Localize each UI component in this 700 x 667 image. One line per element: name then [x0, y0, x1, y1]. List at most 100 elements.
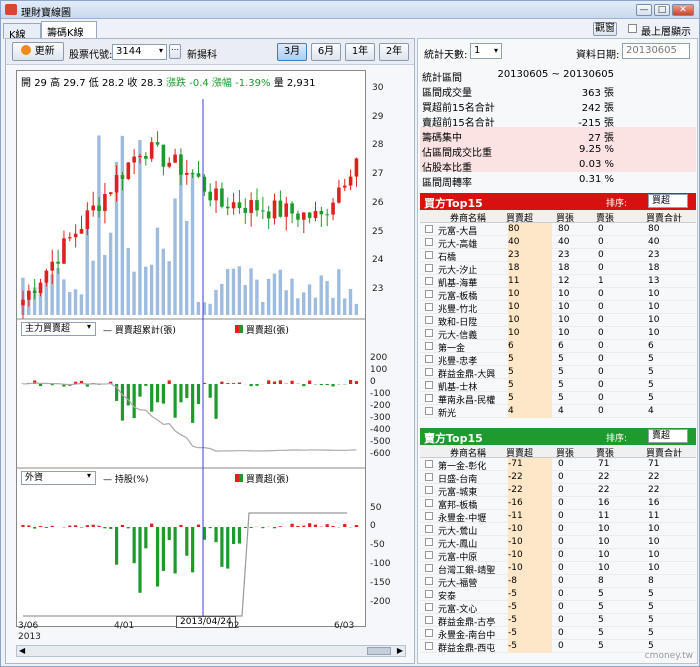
- dropdown-arrow-icon[interactable]: ▾: [87, 322, 91, 331]
- table-row[interactable]: 元大-鶯山 -10 0 10 10: [420, 523, 696, 537]
- table-row[interactable]: 新光 4 4 0 4: [420, 405, 696, 419]
- table-row[interactable]: 致和-日陞 10 10 0 10: [420, 314, 696, 328]
- table-row[interactable]: 元富-中原 -10 0 10 10: [420, 549, 696, 563]
- table-row[interactable]: 兆豐-忠孝 5 5 0 5: [420, 353, 696, 367]
- table-row[interactable]: 元富-板橋 10 10 0 10: [420, 288, 696, 302]
- row-checkbox[interactable]: [425, 603, 433, 611]
- row-checkbox[interactable]: [425, 512, 433, 520]
- row-checkbox[interactable]: [425, 290, 433, 298]
- row-checkbox[interactable]: [425, 225, 433, 233]
- table-row[interactable]: 元大-鳳山 -10 0 10 10: [420, 536, 696, 550]
- row-value: 5: [598, 641, 604, 651]
- layout-button[interactable]: 觀窗: [593, 22, 617, 36]
- row-checkbox[interactable]: [425, 538, 433, 546]
- maximize-button[interactable]: □: [654, 4, 670, 16]
- row-checkbox[interactable]: [425, 499, 433, 507]
- row-checkbox[interactable]: [425, 264, 433, 272]
- stock-picker-button[interactable]: ⋯: [169, 44, 181, 59]
- volume-bar: [225, 269, 230, 315]
- netbuy-bar: [249, 384, 253, 387]
- row-checkbox[interactable]: [425, 525, 433, 533]
- table-row[interactable]: 兆豐-竹北 10 10 0 10: [420, 301, 696, 315]
- row-value: -5: [508, 602, 517, 612]
- row-checkbox[interactable]: [425, 473, 433, 481]
- row-checkbox[interactable]: [425, 381, 433, 389]
- table-row[interactable]: 台灣工銀-靖聖 -10 0 10 10: [420, 562, 696, 576]
- row-checkbox[interactable]: [425, 342, 433, 350]
- row-checkbox[interactable]: [425, 316, 433, 324]
- row-checkbox[interactable]: [425, 355, 433, 363]
- candle-body: [56, 261, 60, 264]
- volume-bar: [132, 271, 136, 315]
- volume-bar: [196, 301, 201, 315]
- flow-tick: 0: [370, 377, 376, 387]
- table-row[interactable]: 石橋 23 23 0 23: [420, 249, 696, 263]
- close-button[interactable]: ✕: [672, 4, 694, 16]
- row-checkbox[interactable]: [425, 407, 433, 415]
- table-row[interactable]: 群益金鼎-古亭 -5 0 5 5: [420, 614, 696, 628]
- table-row[interactable]: 日盛-台南 -22 0 22 22: [420, 471, 696, 485]
- row-checkbox[interactable]: [425, 629, 433, 637]
- table-row[interactable]: 第一金-彰化 -71 0 71 71: [420, 458, 696, 472]
- row-value: 0: [558, 563, 564, 573]
- chart-scrollbar[interactable]: ◀ ▶: [16, 645, 406, 657]
- table-row[interactable]: 元大-汐止 18 18 0 18: [420, 262, 696, 276]
- row-checkbox[interactable]: [425, 303, 433, 311]
- row-checkbox[interactable]: [425, 394, 433, 402]
- range-1y-button[interactable]: 1年: [345, 43, 375, 61]
- row-checkbox[interactable]: [425, 277, 433, 285]
- update-button[interactable]: 更新: [12, 42, 64, 61]
- range-6m-button[interactable]: 6月: [311, 43, 341, 61]
- scroll-left-icon[interactable]: ◀: [19, 646, 25, 655]
- range-3m-button[interactable]: 3月: [277, 43, 307, 61]
- indicator-select-main[interactable]: 主力買賣超: [21, 322, 96, 336]
- sell-sort-select[interactable]: 賣超: [648, 429, 688, 443]
- dropdown-arrow-icon[interactable]: ▾: [494, 46, 498, 55]
- table-row[interactable]: 永豐金-中壢 -11 0 11 11: [420, 510, 696, 524]
- chart-panel: 更新 股票代號: 3144 ▾ ⋯ 新揚科 3月 6月 1年 2年 開 29 高…: [5, 38, 415, 664]
- foreign-tick: 50: [370, 503, 382, 513]
- tab-chip-kline[interactable]: 籌碼K線圖: [41, 21, 97, 54]
- minimize-button[interactable]: —: [636, 4, 652, 16]
- always-top-checkbox[interactable]: [628, 24, 637, 33]
- indicator-select-foreign[interactable]: 外資: [21, 471, 96, 485]
- table-row[interactable]: 元富-城東 -22 0 22 22: [420, 484, 696, 498]
- row-checkbox[interactable]: [425, 251, 433, 259]
- table-row[interactable]: 安泰 -5 0 5 5: [420, 588, 696, 602]
- scroll-thumb[interactable]: [367, 647, 391, 655]
- dropdown-arrow-icon[interactable]: ▾: [159, 46, 163, 55]
- row-checkbox[interactable]: [425, 238, 433, 246]
- dropdown-arrow-icon[interactable]: ▾: [87, 471, 91, 480]
- row-checkbox[interactable]: [425, 564, 433, 572]
- price-tick: 23: [372, 284, 384, 294]
- row-checkbox[interactable]: [425, 368, 433, 376]
- row-checkbox[interactable]: [425, 329, 433, 337]
- table-row[interactable]: 永豐金-南台中 -5 0 5 5: [420, 627, 696, 641]
- table-row[interactable]: 元大-信義 10 10 0 10: [420, 327, 696, 341]
- row-checkbox[interactable]: [425, 551, 433, 559]
- range-2y-button[interactable]: 2年: [379, 43, 409, 61]
- chart-area[interactable]: 開 29 高 29.7 低 28.2 收 28.3 漲跌 -0.4 漲幅 -1.…: [16, 70, 366, 628]
- row-checkbox[interactable]: [425, 577, 433, 585]
- table-row[interactable]: 群益金鼎-大興 5 5 0 5: [420, 366, 696, 380]
- buy-sort-select[interactable]: 買超: [648, 194, 688, 208]
- table-row[interactable]: 富邦-板橋 -16 0 16 16: [420, 497, 696, 511]
- row-checkbox[interactable]: [425, 642, 433, 650]
- table-row[interactable]: 元富-文心 -5 0 5 5: [420, 601, 696, 615]
- row-checkbox[interactable]: [425, 486, 433, 494]
- table-row[interactable]: 元富-大昌 80 80 0 80: [420, 223, 696, 237]
- row-checkbox[interactable]: [425, 590, 433, 598]
- candle-body: [290, 203, 294, 214]
- table-row[interactable]: 第一金 6 6 0 6: [420, 340, 696, 354]
- row-checkbox[interactable]: [425, 460, 433, 468]
- sell-table: 券商名稱 買賣超 買張 賣張 買賣合計 第一金-彰化 -71 0 71 71 日盛-台南 -22 0 22…: [420, 445, 696, 655]
- tab-kline[interactable]: K線圖: [3, 23, 41, 56]
- table-row[interactable]: 凱基-士林 5 5 0 5: [420, 379, 696, 393]
- row-checkbox[interactable]: [425, 616, 433, 624]
- table-row[interactable]: 元大-高雄 40 40 0 40: [420, 236, 696, 250]
- table-row[interactable]: 華南永昌-民權 5 5 0 5: [420, 392, 696, 406]
- table-row[interactable]: 凱基-海華 11 12 1 13: [420, 275, 696, 289]
- scroll-right-icon[interactable]: ▶: [397, 646, 403, 655]
- date-input[interactable]: 20130605: [622, 43, 690, 59]
- table-row[interactable]: 元大-福營 -8 0 8 8: [420, 575, 696, 589]
